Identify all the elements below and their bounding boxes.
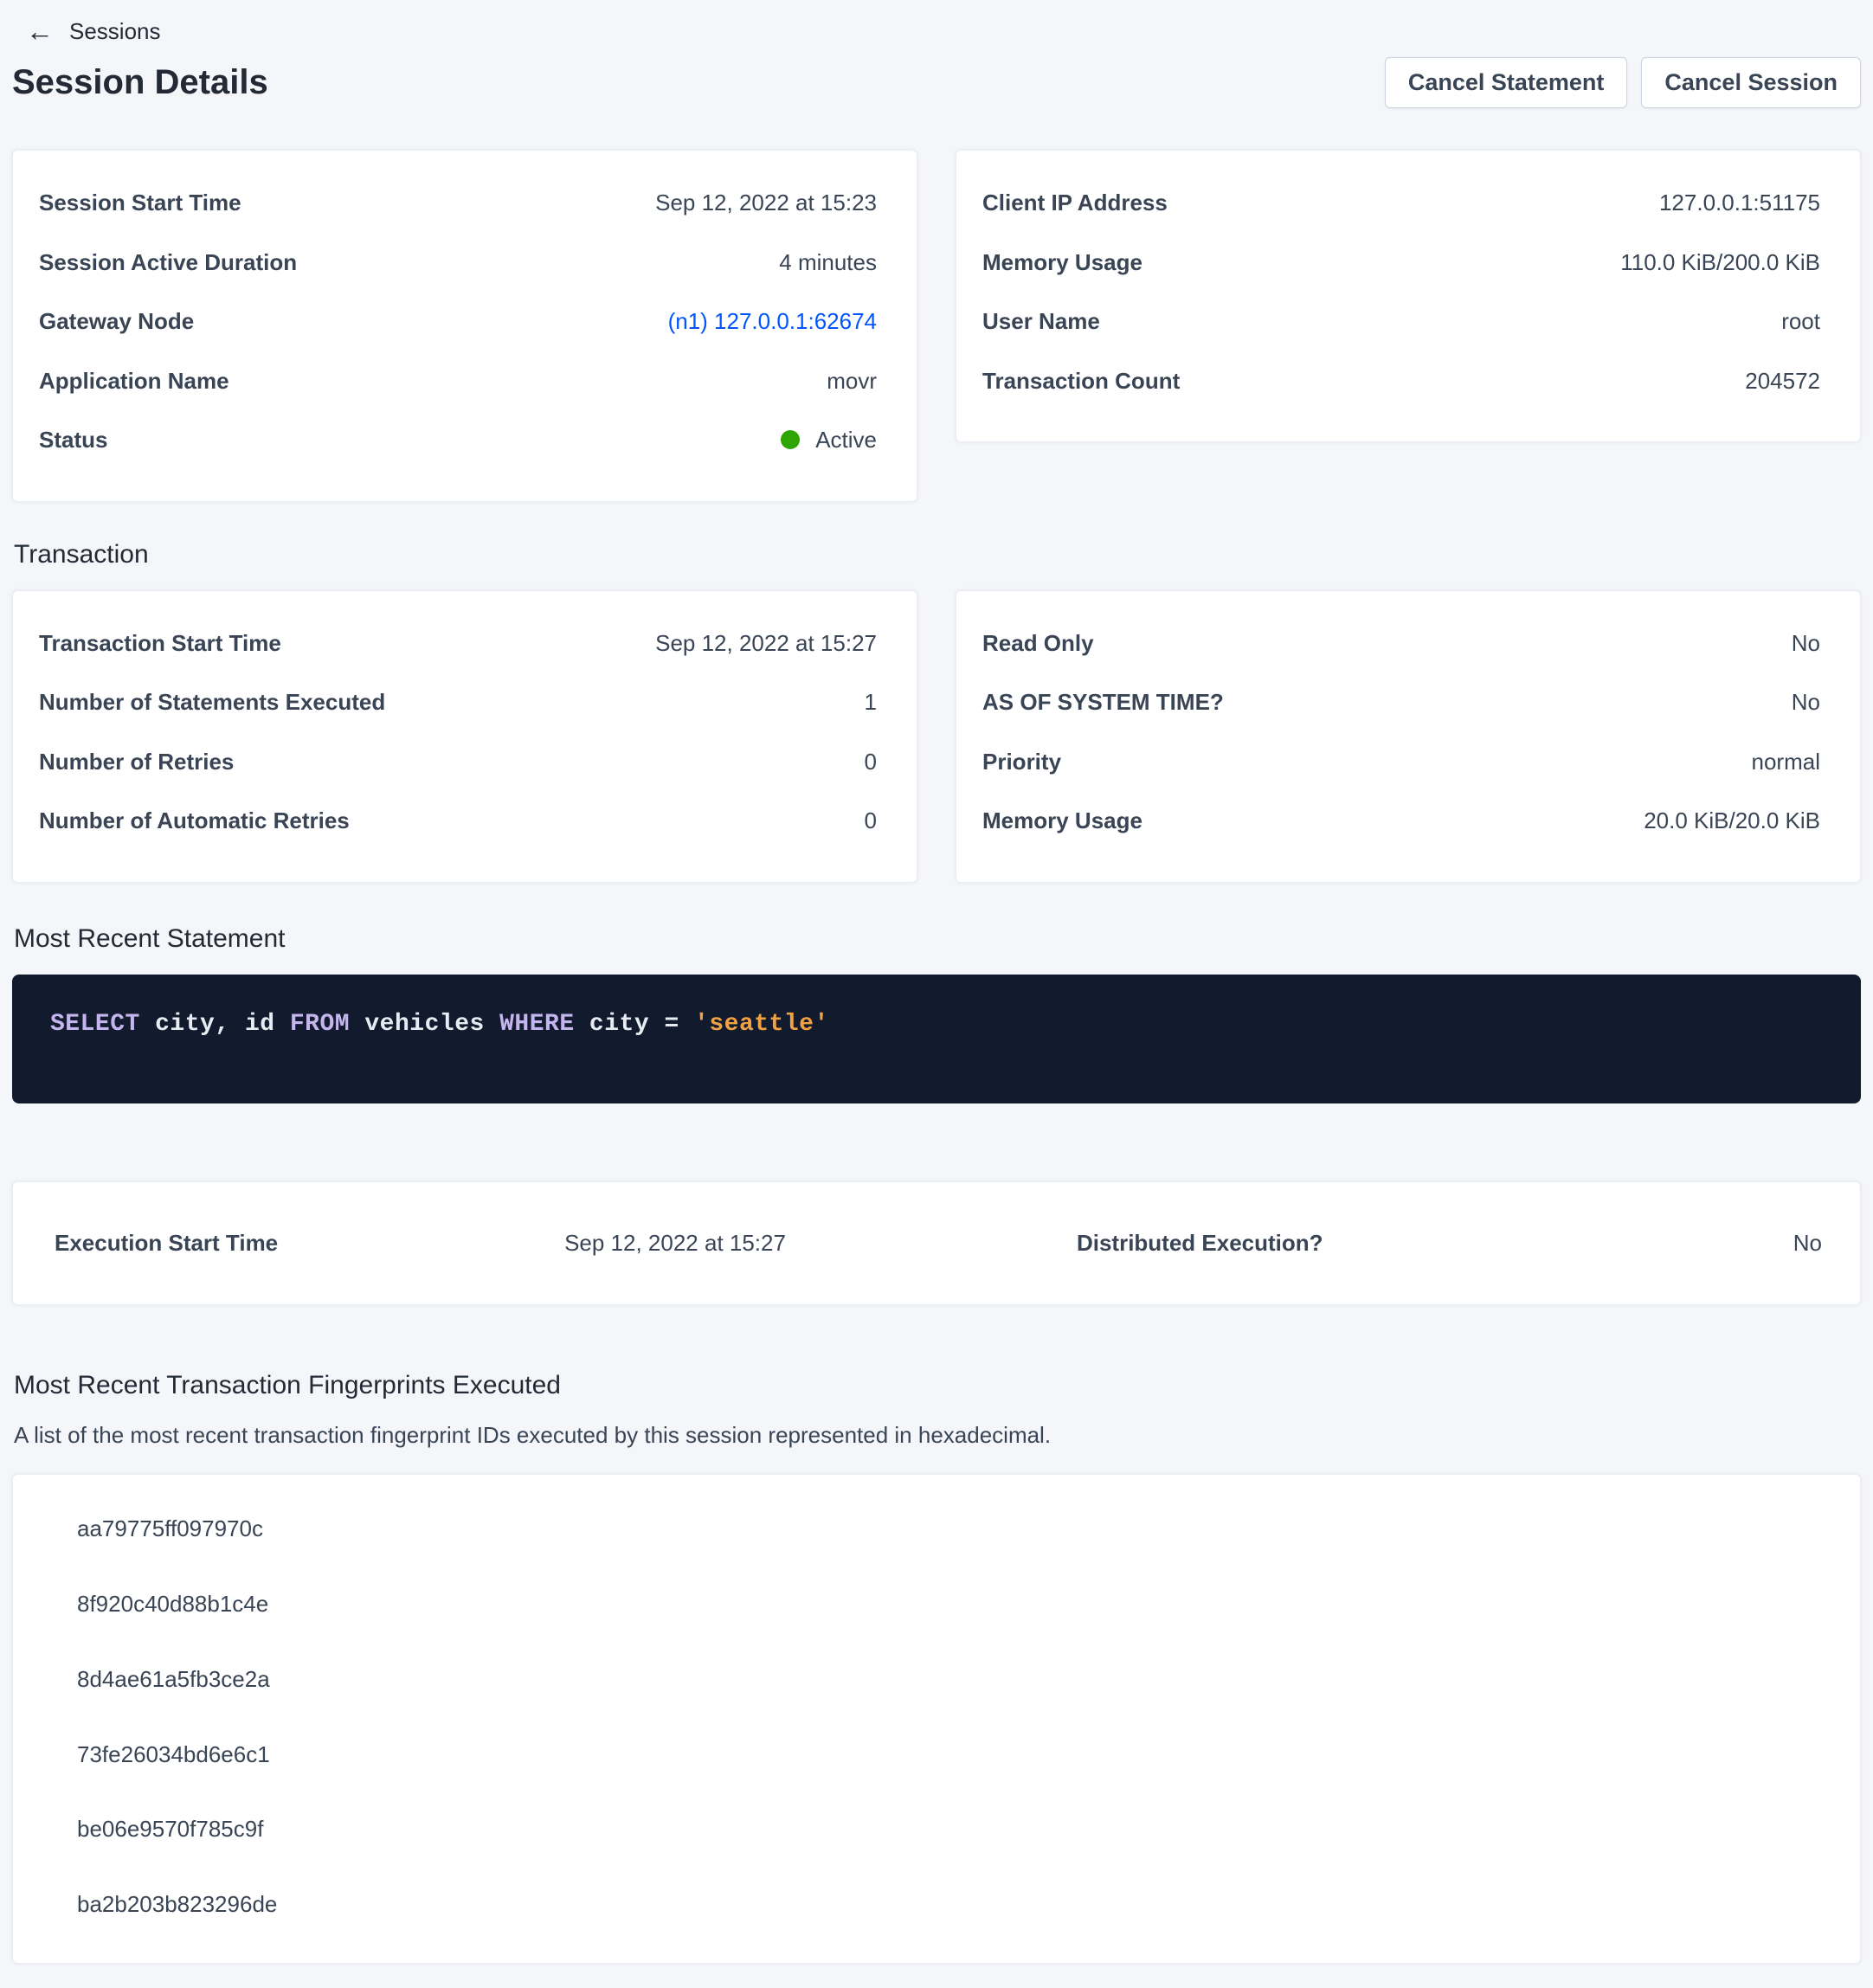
header-actions: Cancel Statement Cancel Session: [1385, 57, 1861, 108]
execution-start-time-label: Execution Start Time: [55, 1230, 278, 1257]
automatic-retries-value: 0: [865, 807, 877, 835]
sql-text: city, id: [140, 1011, 290, 1038]
info-row: Session Start Time Sep 12, 2022 at 15:23: [39, 189, 877, 217]
back-arrow-icon: ←: [26, 17, 54, 45]
fingerprint-list-item: aa79775ff097970c: [77, 1515, 1822, 1544]
transaction-left-column: Transaction Start Time Sep 12, 2022 at 1…: [12, 590, 917, 883]
info-row: Read Only No: [982, 629, 1820, 658]
fingerprint-list-item: 8d4ae61a5fb3ce2a: [77, 1665, 1822, 1695]
session-start-time-label: Session Start Time: [39, 189, 241, 217]
transaction-count-value: 204572: [1745, 367, 1820, 396]
info-row: Gateway Node (n1) 127.0.0.1:62674: [39, 307, 877, 336]
sql-keyword: WHERE: [499, 1011, 575, 1038]
breadcrumb-back-sessions[interactable]: ← Sessions: [12, 12, 161, 50]
retries-value: 0: [865, 748, 877, 776]
fingerprints-section-title: Most Recent Transaction Fingerprints Exe…: [14, 1371, 1861, 1400]
status-badge: Active: [781, 426, 877, 454]
priority-label: Priority: [982, 748, 1061, 776]
transaction-section-title: Transaction: [14, 540, 1861, 569]
execution-start-time-value: Sep 12, 2022 at 15:27: [564, 1230, 786, 1257]
memory-usage-label: Memory Usage: [982, 248, 1142, 277]
as-of-system-time-label: AS OF SYSTEM TIME?: [982, 688, 1224, 717]
session-start-time-value: Sep 12, 2022 at 15:23: [655, 189, 877, 217]
fingerprints-description: A list of the most recent transaction fi…: [14, 1421, 1861, 1451]
statement-section-title: Most Recent Statement: [14, 924, 1861, 954]
session-stats-card: Client IP Address 127.0.0.1:51175 Memory…: [956, 150, 1861, 442]
sql-text: vehicles: [350, 1011, 499, 1038]
txn-memory-usage-label: Memory Usage: [982, 807, 1142, 835]
application-name-label: Application Name: [39, 367, 229, 396]
fingerprint-list-item: 73fe26034bd6e6c1: [77, 1740, 1822, 1770]
info-row: User Name root: [982, 307, 1820, 336]
sql-text: city =: [575, 1011, 694, 1038]
sql-string-literal: 'seattle': [694, 1011, 829, 1038]
fingerprint-list-item: be06e9570f785c9f: [77, 1815, 1822, 1844]
distributed-execution-value: No: [1793, 1230, 1822, 1257]
breadcrumb-label: Sessions: [69, 18, 161, 45]
transaction-props-card: Read Only No AS OF SYSTEM TIME? No Prior…: [956, 590, 1861, 883]
user-name-value: root: [1781, 307, 1820, 336]
info-row: Memory Usage 110.0 KiB/200.0 KiB: [982, 248, 1820, 277]
distributed-execution-pair: Distributed Execution? No: [826, 1230, 1860, 1257]
session-active-duration-label: Session Active Duration: [39, 248, 297, 277]
distributed-execution-label: Distributed Execution?: [1077, 1230, 1323, 1257]
gateway-node-link[interactable]: (n1) 127.0.0.1:62674: [668, 307, 877, 336]
session-stats-column: Client IP Address 127.0.0.1:51175 Memory…: [956, 150, 1861, 442]
info-row: Priority normal: [982, 748, 1820, 776]
execution-card: Execution Start Time Sep 12, 2022 at 15:…: [12, 1181, 1861, 1305]
page-title: Session Details: [12, 63, 268, 102]
fingerprints-card: aa79775ff097970c 8f920c40d88b1c4e 8d4ae6…: [12, 1474, 1861, 1964]
sql-keyword: FROM: [290, 1011, 350, 1038]
txn-memory-usage-value: 20.0 KiB/20.0 KiB: [1644, 807, 1820, 835]
read-only-label: Read Only: [982, 629, 1094, 658]
retries-label: Number of Retries: [39, 748, 234, 776]
gateway-node-label: Gateway Node: [39, 307, 194, 336]
execution-start-time-pair: Execution Start Time Sep 12, 2022 at 15:…: [13, 1230, 826, 1257]
info-row: Status Active: [39, 426, 877, 454]
status-label: Status: [39, 426, 107, 454]
fingerprint-list-item: 8f920c40d88b1c4e: [77, 1590, 1822, 1619]
info-row: Number of Automatic Retries 0: [39, 807, 877, 835]
info-row: AS OF SYSTEM TIME? No: [982, 688, 1820, 717]
automatic-retries-label: Number of Automatic Retries: [39, 807, 350, 835]
session-details-page: ← Sessions Session Details Cancel Statem…: [0, 0, 1873, 1988]
user-name-label: User Name: [982, 307, 1100, 336]
info-row: Transaction Start Time Sep 12, 2022 at 1…: [39, 629, 877, 658]
transaction-right-column: Read Only No AS OF SYSTEM TIME? No Prior…: [956, 590, 1861, 883]
transaction-section: Transaction Start Time Sep 12, 2022 at 1…: [12, 590, 1861, 883]
info-row: Client IP Address 127.0.0.1:51175: [982, 189, 1820, 217]
session-info-column: Session Start Time Sep 12, 2022 at 15:23…: [12, 150, 917, 502]
session-active-duration-value: 4 minutes: [779, 248, 877, 277]
info-row: Number of Retries 0: [39, 748, 877, 776]
read-only-value: No: [1792, 629, 1820, 658]
transaction-start-time-label: Transaction Start Time: [39, 629, 281, 658]
as-of-system-time-value: No: [1792, 688, 1820, 717]
info-row: Memory Usage 20.0 KiB/20.0 KiB: [982, 807, 1820, 835]
sql-statement-code: SELECT city, id FROM vehicles WHERE city…: [50, 1011, 1823, 1038]
statements-executed-value: 1: [865, 688, 877, 717]
cancel-statement-button[interactable]: Cancel Statement: [1385, 57, 1628, 108]
info-row: Transaction Count 204572: [982, 367, 1820, 396]
transaction-info-card: Transaction Start Time Sep 12, 2022 at 1…: [12, 590, 917, 883]
fingerprint-list-item: ba2b203b823296de: [77, 1890, 1822, 1920]
info-row: Application Name movr: [39, 367, 877, 396]
info-row: Number of Statements Executed 1: [39, 688, 877, 717]
transaction-count-label: Transaction Count: [982, 367, 1180, 396]
client-ip-value: 127.0.0.1:51175: [1659, 189, 1820, 217]
session-summary-section: Session Start Time Sep 12, 2022 at 15:23…: [12, 150, 1861, 502]
page-header: Session Details Cancel Statement Cancel …: [12, 57, 1861, 108]
memory-usage-value: 110.0 KiB/200.0 KiB: [1620, 248, 1820, 277]
statements-executed-label: Number of Statements Executed: [39, 688, 385, 717]
status-active-dot-icon: [781, 430, 800, 449]
sql-statement-box: SELECT city, id FROM vehicles WHERE city…: [12, 975, 1861, 1103]
application-name-value: movr: [827, 367, 877, 396]
session-info-card: Session Start Time Sep 12, 2022 at 15:23…: [12, 150, 917, 502]
transaction-start-time-value: Sep 12, 2022 at 15:27: [655, 629, 877, 658]
info-row: Session Active Duration 4 minutes: [39, 248, 877, 277]
status-value: Active: [815, 426, 877, 454]
priority-value: normal: [1752, 748, 1820, 776]
sql-keyword: SELECT: [50, 1011, 140, 1038]
client-ip-label: Client IP Address: [982, 189, 1168, 217]
cancel-session-button[interactable]: Cancel Session: [1641, 57, 1861, 108]
